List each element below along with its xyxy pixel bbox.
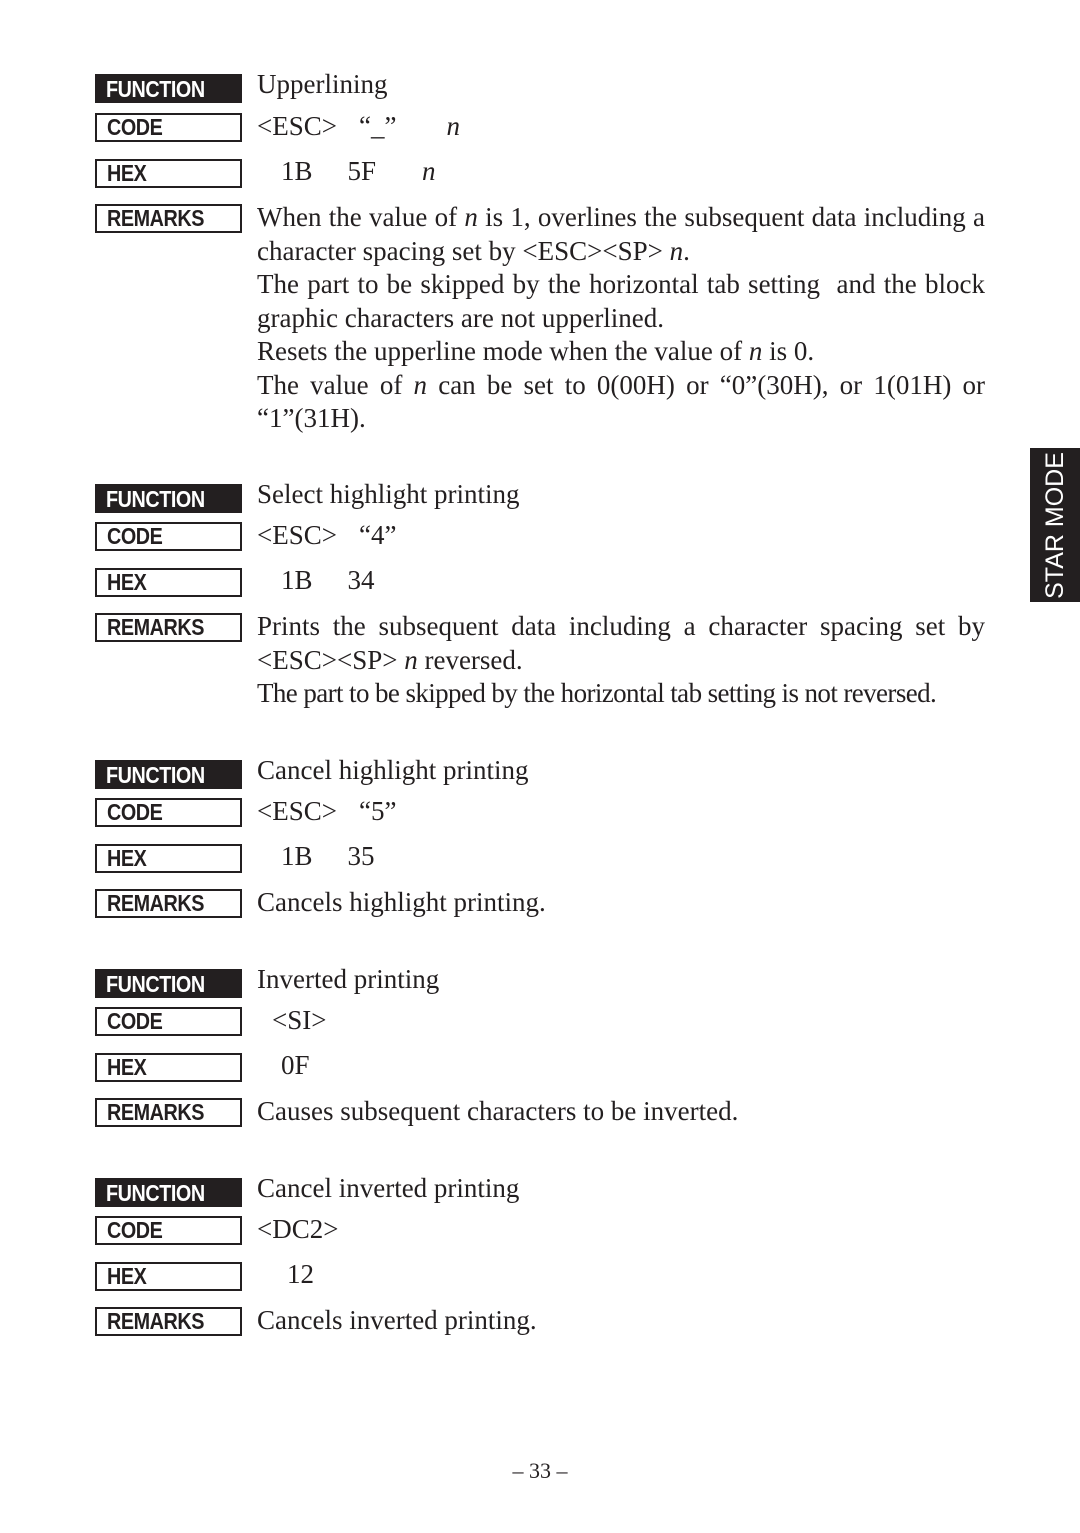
function-label: FUNCTION [95,969,242,998]
remark-paragraph: The value of n can be set to 0(00H) or “… [257,369,985,434]
section-tab-label: STAR MODE [1040,451,1069,599]
hex-value: 1B 34 [281,564,375,598]
remarks-text: Prints the subsequent data including a c… [257,610,985,711]
code-value: <SI> [272,1004,326,1038]
hex-label: HEX [95,1262,242,1291]
hex-param: n [422,156,436,186]
hex-value: 1B 5F n [281,155,436,189]
function-name: Select highlight printing [257,479,520,509]
code-label: CODE [95,1007,242,1036]
code-token: <ESC> [257,796,337,826]
code-label: CODE [95,1216,242,1245]
hex-label: HEX [95,159,242,188]
function-label: FUNCTION [95,74,242,103]
code-label: CODE [95,113,242,142]
code-token: “4” [358,520,397,550]
remarks-text: Cancels highlight printing. [257,887,546,917]
code-value: <DC2> [257,1213,338,1247]
function-name: Upperlining [257,69,388,99]
hex-token: 1B [281,565,313,595]
hex-token: 35 [347,841,375,871]
hex-token: 1B [281,841,313,871]
remarks-text: When the value of n is 1, overlines the … [257,201,985,436]
hex-value: 12 [287,1258,314,1292]
code-token: <SI> [272,1005,327,1035]
hex-token: 34 [347,565,375,595]
remarks-label: REMARKS [95,613,242,642]
hex-token: 5F [347,156,377,186]
function-name: Inverted printing [257,964,440,994]
function-label: FUNCTION [95,760,242,789]
code-token: “5” [358,796,397,826]
function-name: Cancel inverted printing [257,1173,520,1203]
hex-label: HEX [95,1053,242,1082]
code-label: CODE [95,522,242,551]
code-token: <ESC> [257,520,337,550]
function-name: Cancel highlight printing [257,755,529,785]
code-param: n [446,111,460,141]
code-value: <ESC> “_” n [257,110,460,144]
remarks-label: REMARKS [95,1098,242,1127]
hex-token: 0F [281,1050,310,1080]
remarks-text: Cancels inverted printing. [257,1305,537,1335]
hex-label: HEX [95,844,242,873]
page-number: – 33 – [512,1458,568,1483]
remarks-text: Causes subsequent characters to be inver… [257,1096,739,1126]
remarks-label: REMARKS [95,1307,242,1336]
code-value: <ESC> “4” [257,519,396,553]
remarks-label: REMARKS [95,889,242,918]
hex-token: 1B [281,156,313,186]
remark-paragraph: The part to be skipped by the horizontal… [257,678,937,708]
code-value: <ESC> “5” [257,795,396,829]
section-tab-star-mode: STAR MODE [1030,448,1080,602]
code-label: CODE [95,798,242,827]
remark-paragraph: The part to be skipped by the horizontal… [257,269,985,333]
remarks-label: REMARKS [95,204,242,233]
hex-value: 1B 35 [281,840,375,874]
hex-token: 12 [287,1259,314,1289]
function-label: FUNCTION [95,1178,242,1207]
code-token: <DC2> [257,1214,339,1244]
remark-paragraph: Prints the subsequent data including a c… [257,611,985,675]
function-label: FUNCTION [95,484,242,513]
remark-paragraph: When the value of n is 1, overlines the … [257,202,986,266]
code-token: <ESC> [257,111,337,141]
code-token: “_” [358,111,397,141]
hex-value: 0F [281,1049,310,1083]
remark-paragraph: Resets the upperline mode when the value… [257,336,815,366]
hex-label: HEX [95,568,242,597]
